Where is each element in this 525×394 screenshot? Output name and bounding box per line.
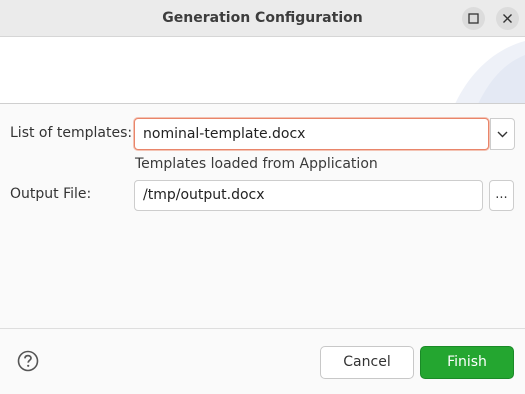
- templates-hint: Templates loaded from Application: [135, 156, 378, 172]
- output-file-input[interactable]: /tmp/output.docx: [134, 180, 483, 211]
- dialog-window: Generation Configuration List of templat…: [0, 0, 525, 394]
- form-area: List of templates: nominal-template.docx…: [0, 104, 525, 328]
- maximize-icon: [468, 13, 479, 24]
- cancel-button[interactable]: Cancel: [320, 346, 414, 379]
- dialog-footer: Cancel Finish: [0, 328, 525, 394]
- finish-button[interactable]: Finish: [420, 346, 514, 379]
- templates-combo[interactable]: nominal-template.docx: [134, 118, 515, 150]
- window-title: Generation Configuration: [162, 10, 363, 26]
- help-button[interactable]: [17, 350, 39, 372]
- help-icon: [17, 350, 39, 372]
- browse-button[interactable]: ...: [489, 180, 514, 211]
- banner-decoration: [455, 41, 525, 103]
- templates-select[interactable]: nominal-template.docx: [134, 118, 489, 150]
- output-label: Output File:: [10, 186, 92, 202]
- templates-label: List of templates:: [10, 125, 133, 141]
- chevron-down-icon: [497, 131, 508, 137]
- templates-dropdown-button[interactable]: [490, 118, 515, 150]
- close-icon: [503, 14, 512, 23]
- close-button[interactable]: [496, 7, 519, 30]
- title-bar: Generation Configuration: [0, 0, 525, 37]
- header-banner: [0, 37, 525, 104]
- maximize-button[interactable]: [462, 7, 485, 30]
